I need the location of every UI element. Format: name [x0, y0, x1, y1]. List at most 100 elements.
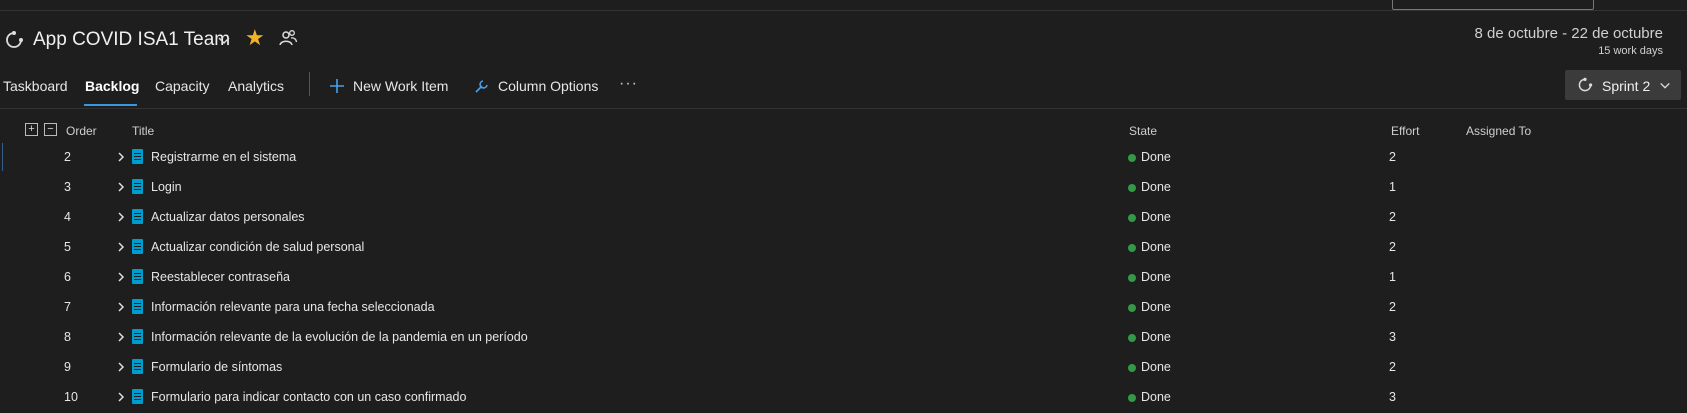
team-header: App COVID ISA1 Team ★ 8 de octubre - 22 …: [0, 22, 1687, 58]
chevron-right-icon[interactable]: [116, 332, 126, 342]
table-row[interactable]: 8 Información relevante de la evolución d…: [0, 322, 1687, 352]
chevron-right-icon[interactable]: [116, 212, 126, 222]
row-state: Done: [1141, 240, 1171, 254]
done-status-dot: [1128, 154, 1136, 162]
row-order: 10: [64, 390, 78, 404]
row-effort: 2: [1389, 240, 1396, 254]
wrench-icon: [475, 80, 488, 93]
table-row[interactable]: 7 Información relevante para una fecha se…: [0, 292, 1687, 322]
chevron-down-icon[interactable]: [217, 34, 231, 48]
done-status-dot: [1128, 304, 1136, 312]
row-order: 5: [64, 240, 71, 254]
backlog-item-icon: [132, 209, 143, 224]
row-state: Done: [1141, 210, 1171, 224]
row-order: 9: [64, 360, 71, 374]
row-effort: 2: [1389, 360, 1396, 374]
chevron-right-icon[interactable]: [116, 182, 126, 192]
collapse-all-icon[interactable]: −: [44, 123, 57, 136]
search-input[interactable]: [1392, 0, 1594, 10]
chevron-right-icon[interactable]: [116, 302, 126, 312]
sprint-icon: [1578, 77, 1593, 92]
row-state: Done: [1141, 180, 1171, 194]
sprint-label: Sprint 2: [1602, 78, 1651, 94]
column-header-title[interactable]: Title: [132, 124, 154, 138]
table-row[interactable]: 3 Login Done 1: [0, 172, 1687, 202]
row-order: 7: [64, 300, 71, 314]
chevron-right-icon[interactable]: [116, 392, 126, 402]
work-days: 15 work days: [1598, 45, 1663, 57]
column-header-order[interactable]: Order: [66, 124, 97, 138]
backlog-item-icon: [132, 149, 143, 164]
tab-analytics[interactable]: Analytics: [228, 78, 284, 94]
row-title[interactable]: Información relevante de la evolución de…: [151, 330, 528, 344]
row-title[interactable]: Login: [151, 180, 182, 194]
table-row[interactable]: 9 Formulario de síntomas Done 2: [0, 352, 1687, 382]
star-icon[interactable]: ★: [245, 25, 265, 51]
done-status-dot: [1128, 214, 1136, 222]
row-order: 8: [64, 330, 71, 344]
backlog-item-icon: [132, 299, 143, 314]
new-work-item-label: New Work Item: [353, 78, 449, 94]
row-effort: 3: [1389, 330, 1396, 344]
tab-backlog[interactable]: Backlog: [85, 78, 139, 94]
chevron-down-icon: [1660, 82, 1670, 89]
row-effort: 1: [1389, 180, 1396, 194]
sprint-icon: [6, 31, 23, 48]
done-status-dot: [1128, 244, 1136, 252]
table-row[interactable]: 10 Formulario para indicar contacto con u…: [0, 382, 1687, 412]
people-icon[interactable]: [278, 28, 298, 48]
chevron-right-icon[interactable]: [116, 242, 126, 252]
column-header-state[interactable]: State: [1129, 124, 1157, 138]
row-state: Done: [1141, 390, 1171, 404]
row-state: Done: [1141, 330, 1171, 344]
chevron-right-icon[interactable]: [116, 272, 126, 282]
row-order: 2: [64, 150, 71, 164]
chevron-right-icon[interactable]: [116, 152, 126, 162]
expand-all-icon[interactable]: +: [25, 123, 38, 136]
done-status-dot: [1128, 334, 1136, 342]
row-state: Done: [1141, 300, 1171, 314]
row-effort: 2: [1389, 210, 1396, 224]
row-effort: 2: [1389, 150, 1396, 164]
backlog-item-icon: [132, 389, 143, 404]
team-title[interactable]: App COVID ISA1 Team: [33, 29, 230, 51]
row-title[interactable]: Formulario para indicar contacto con un …: [151, 390, 466, 404]
done-status-dot: [1128, 364, 1136, 372]
more-icon[interactable]: ···: [619, 75, 638, 93]
active-tab-indicator: [84, 104, 137, 106]
header-divider: [0, 108, 1687, 109]
row-title[interactable]: Registrarme en el sistema: [151, 150, 296, 164]
toolbar-divider: [309, 72, 310, 96]
done-status-dot: [1128, 274, 1136, 282]
backlog-item-icon: [132, 329, 143, 344]
sprint-selector[interactable]: Sprint 2: [1565, 70, 1681, 100]
backlog-item-icon: [132, 269, 143, 284]
table-row[interactable]: 6 Reestablecer contraseña Done 1: [0, 262, 1687, 292]
backlog-item-icon: [132, 179, 143, 194]
backlog-item-icon: [132, 359, 143, 374]
tab-taskboard[interactable]: Taskboard: [3, 78, 68, 94]
column-header-effort[interactable]: Effort: [1391, 124, 1419, 138]
done-status-dot: [1128, 184, 1136, 192]
row-state: Done: [1141, 360, 1171, 374]
table-row[interactable]: 4 Actualizar datos personales Done 2: [0, 202, 1687, 232]
tab-capacity[interactable]: Capacity: [155, 78, 209, 94]
column-header-assigned-to[interactable]: Assigned To: [1466, 124, 1531, 138]
row-title[interactable]: Actualizar condición de salud personal: [151, 240, 364, 254]
row-order: 4: [64, 210, 71, 224]
row-title[interactable]: Formulario de síntomas: [151, 360, 282, 374]
done-status-dot: [1128, 394, 1136, 402]
row-title[interactable]: Actualizar datos personales: [151, 210, 305, 224]
table-row[interactable]: 5 Actualizar condición de salud personal D…: [0, 232, 1687, 262]
column-options-label: Column Options: [498, 78, 599, 94]
row-order: 3: [64, 180, 71, 194]
table-row[interactable]: 2 Registrarme en el sistema Done 2: [0, 142, 1687, 172]
chevron-right-icon[interactable]: [116, 362, 126, 372]
row-state: Done: [1141, 150, 1171, 164]
backlog-item-icon: [132, 239, 143, 254]
row-title[interactable]: Información relevante para una fecha sel…: [151, 300, 435, 314]
row-title[interactable]: Reestablecer contraseña: [151, 270, 290, 284]
plus-icon: [330, 79, 344, 93]
sprint-date-range: 8 de octubre - 22 de octubre: [1474, 25, 1663, 42]
row-effort: 2: [1389, 300, 1396, 314]
